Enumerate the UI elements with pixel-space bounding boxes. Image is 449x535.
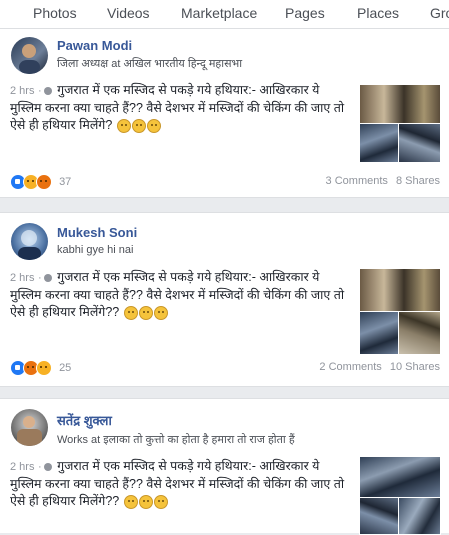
author-name[interactable]: Mukesh Soni [57, 225, 137, 240]
confused-emoji-icon [116, 118, 131, 133]
globe-icon [43, 462, 52, 471]
separator: · [37, 272, 42, 284]
comments-link[interactable]: 3 Comments [326, 175, 388, 187]
author-subtitle: जिला अध्यक्ष at अखिल भारतीय हिन्दू महासभ… [57, 58, 243, 70]
confused-emoji-icon [123, 494, 138, 509]
confused-emoji-icon [153, 305, 168, 320]
angry-reaction-icon [36, 174, 52, 190]
photo-weapons-icon [359, 497, 399, 535]
post-image[interactable] [359, 456, 441, 535]
post-body: गुजरात में एक मस्जिद से पकड़े गये हथियार… [10, 459, 345, 508]
comments-link[interactable]: 2 Comments [319, 361, 381, 373]
tab-marketplace[interactable]: Marketplace [181, 5, 257, 21]
author-subtitle: kabhi gye hi nai [57, 244, 134, 256]
avatar-photo-icon [17, 416, 42, 446]
avatar[interactable] [11, 409, 48, 446]
post-stats: 2 Comments 10 Shares [319, 361, 440, 373]
reactions[interactable]: 25 [10, 360, 71, 376]
post-text: 2 hrs · गुजरात में एक मस्जिद से पकड़े गय… [10, 458, 346, 510]
tab-places[interactable]: Places [357, 5, 399, 21]
confused-emoji-icon [131, 118, 146, 133]
post-text: 2 hrs · गुजरात में एक मस्जिद से पकड़े गय… [10, 82, 346, 134]
photo-weapons-icon [398, 123, 441, 163]
post-card: Pawan Modi जिला अध्यक्ष at अखिल भारतीय ह… [0, 28, 449, 198]
post-card: सतेंद्र शुक्ला Works at इलाका तो कुत्तो … [0, 398, 449, 535]
photo-weapons-icon [359, 311, 399, 355]
confused-emoji-icon [146, 118, 161, 133]
tab-groups[interactable]: Gro [430, 5, 449, 21]
avatar[interactable] [11, 37, 48, 74]
confused-emoji-icon [153, 494, 168, 509]
post-time[interactable]: 2 hrs [10, 272, 34, 284]
post-time[interactable]: 2 hrs [10, 461, 34, 473]
shares-link[interactable]: 10 Shares [390, 361, 440, 373]
post-image[interactable] [359, 84, 441, 163]
post-stats: 3 Comments 8 Shares [326, 175, 440, 187]
reaction-count: 37 [59, 176, 72, 188]
reactions[interactable]: 37 [10, 174, 71, 190]
avatar[interactable] [11, 223, 48, 260]
post-body: गुजरात में एक मस्जिद से पकड़े गये हथियार… [10, 83, 345, 132]
post-text: 2 hrs · गुजरात में एक मस्जिद से पकड़े गय… [10, 269, 346, 321]
photo-weapons-icon [359, 456, 441, 498]
post-time[interactable]: 2 hrs [10, 85, 34, 97]
tab-photos[interactable]: Photos [33, 5, 77, 21]
author-subtitle: Works at इलाका तो कुत्तो का होता है हमार… [57, 434, 295, 446]
confused-emoji-icon [138, 305, 153, 320]
photo-people-icon [359, 84, 441, 124]
separator: · [37, 85, 42, 97]
post-body: गुजरात में एक मस्जिद से पकड़े गये हथियार… [10, 270, 345, 319]
post-image[interactable] [359, 268, 441, 355]
wow-reaction-icon [36, 360, 52, 376]
author-name[interactable]: सतेंद्र शुक्ला [57, 411, 112, 429]
author-name[interactable]: Pawan Modi [57, 38, 132, 53]
top-nav: Photos Videos Marketplace Pages Places G… [0, 0, 449, 29]
photo-people-icon [359, 268, 441, 312]
globe-icon [43, 86, 52, 95]
separator: · [37, 461, 42, 473]
reaction-count: 25 [59, 362, 72, 374]
avatar-photo-icon [19, 44, 40, 74]
tab-videos[interactable]: Videos [107, 5, 150, 21]
shares-link[interactable]: 8 Shares [396, 175, 440, 187]
photo-weapons-icon [359, 123, 399, 163]
post-card: Mukesh Soni kabhi gye hi nai 2 hrs · गुज… [0, 212, 449, 387]
confused-emoji-icon [138, 494, 153, 509]
globe-icon [43, 273, 52, 282]
tab-pages[interactable]: Pages [285, 5, 325, 21]
photo-weapons-icon [398, 311, 441, 355]
confused-emoji-icon [123, 305, 138, 320]
photo-weapons-icon [398, 497, 441, 535]
avatar-photo-icon [18, 230, 41, 260]
